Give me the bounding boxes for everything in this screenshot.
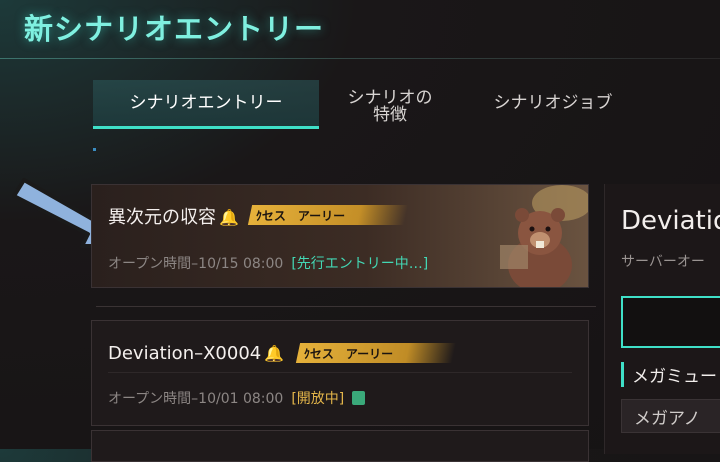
person-icon — [352, 391, 366, 405]
tab-scenario-jobs[interactable]: シナリオジョブ — [466, 80, 640, 126]
open-time: オープン時間–10/01 08:00 [開放中] — [108, 388, 366, 408]
scenario-card[interactable]: Deviation–X0004 🔔 ｸセス アーリー オープン時間–10/01 0… — [91, 320, 589, 426]
tab-scenario-entry[interactable]: シナリオエントリー — [93, 80, 319, 129]
scenario-detail-panel: Deviatio サーバーオー メガミュー メガアノ — [604, 184, 720, 454]
detail-action-button[interactable] — [621, 296, 720, 348]
decor-dot — [93, 148, 96, 151]
tab-scenario-features[interactable]: シナリオの 特徴 — [328, 84, 452, 130]
scenario-title-text: Deviation–X0004 — [108, 343, 262, 364]
early-access-badge: ｸセス アーリー — [295, 343, 457, 363]
early-access-badge: ｸセス アーリー — [247, 205, 409, 225]
badge-label: ｸセス アーリー — [304, 346, 394, 361]
tab-scenario-features-line2: 特徴 — [373, 105, 407, 125]
detail-section-label: メガミュー — [621, 362, 717, 387]
scenario-thumbnail-bear — [500, 185, 588, 287]
open-time-text: オープン時間–10/01 08:00 — [108, 391, 284, 407]
detail-title: Deviatio — [621, 206, 720, 236]
card-divider — [108, 372, 572, 373]
open-time-text: オープン時間–10/15 08:00 — [108, 256, 284, 272]
scenario-title: Deviation–X0004 🔔 — [108, 343, 284, 364]
detail-section-item[interactable]: メガアノ — [621, 399, 720, 433]
header-divider — [0, 58, 720, 59]
status-label: [先行エントリー中…] — [291, 256, 429, 272]
detail-subtitle: サーバーオー — [621, 254, 705, 270]
badge-label: ｸセス アーリー — [256, 208, 346, 223]
open-time: オープン時間–10/15 08:00 [先行エントリー中…] — [108, 253, 428, 273]
scenario-card[interactable]: 異次元の収容 🔔 ｸセス アーリー オープン時間–10/15 08:00 [先行エン… — [91, 184, 589, 288]
scenario-title-text: 異次元の収容 — [108, 207, 216, 228]
scenario-title: 異次元の収容 🔔 — [108, 203, 239, 229]
scenario-card[interactable] — [91, 430, 589, 462]
bell-icon: 🔔 — [219, 208, 239, 227]
status-label: [開放中] — [291, 391, 345, 407]
list-divider — [96, 306, 596, 307]
bell-icon: 🔔 — [264, 344, 285, 363]
page-title: 新シナリオエントリー — [24, 12, 325, 46]
